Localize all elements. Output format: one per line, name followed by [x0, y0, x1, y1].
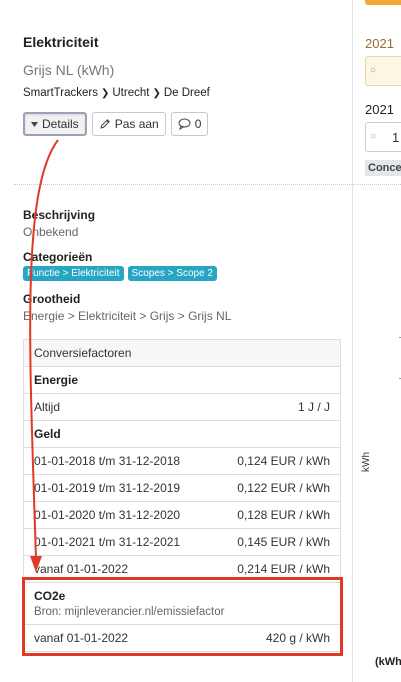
period-cell: 01-01-2021 t/m 31-12-2021 [23, 528, 213, 556]
detail-panel: Elektriciteit Grijs NL (kWh) SmartTracke… [0, 0, 352, 682]
category-tags: Functie > Elektriciteit Scopes > Scope 2 [23, 266, 217, 281]
year-label: 2021 [365, 36, 394, 51]
comment-icon: ○ [370, 65, 377, 76]
table-row: 01-01-2018 t/m 31-12-2018 0,124 EUR / kW… [23, 447, 341, 475]
caret-down-icon [31, 121, 38, 127]
page-title: Elektriciteit [23, 34, 99, 50]
table-row: Altijd 1 J / J [23, 393, 341, 421]
divider [353, 184, 401, 185]
group-row: Geld [23, 420, 341, 448]
table-header-row: Conversiefactoren [23, 339, 341, 367]
comment-icon: ○ [370, 131, 377, 142]
comments-button[interactable]: 0 [170, 112, 209, 136]
chevron-right-icon: ❯ [152, 88, 161, 99]
pencil-icon [99, 118, 111, 130]
comments-count: 0 [194, 117, 202, 131]
quantity-label: Grootheid [23, 292, 81, 306]
edit-button-label: Pas aan [114, 117, 159, 131]
description-value: Onbekend [23, 225, 79, 239]
value-cell: 0,124 EUR / kWh [212, 447, 341, 475]
y-axis-label: kWh [361, 452, 372, 472]
table-row: 01-01-2021 t/m 31-12-2021 0,145 EUR / kW… [23, 528, 341, 556]
top-accent-bar [365, 0, 401, 5]
categories-label: Categorieën [23, 250, 93, 264]
category-tag[interactable]: Scopes > Scope 2 [127, 266, 217, 281]
table-header: Conversiefactoren [23, 339, 341, 367]
value-cell: 0,128 EUR / kWh [212, 501, 341, 529]
group-label-energy: Energie [23, 366, 341, 394]
period-cell: 01-01-2018 t/m 31-12-2018 [23, 447, 213, 475]
description-label: Beschrijving [23, 208, 96, 222]
status-badge: Conce [365, 160, 401, 176]
value-cell: 1 J / J [212, 393, 341, 421]
group-label-money: Geld [23, 420, 341, 448]
edit-button[interactable]: Pas aan [91, 112, 166, 136]
comment-icon [178, 118, 191, 130]
value-cell: 0,122 EUR / kWh [212, 474, 341, 502]
action-buttons: Details Pas aan 0 [23, 112, 209, 136]
page-subtitle: Grijs NL (kWh) [23, 62, 115, 78]
category-tag[interactable]: Functie > Elektriciteit [23, 266, 124, 281]
chevron-right-icon: ❯ [100, 88, 110, 99]
year-label: 2021 [365, 102, 394, 117]
highlight-box [22, 577, 343, 656]
value-input-text: 1 [392, 130, 400, 145]
chart-panel: 2021 ○ 2021 ○ 1 Conce kWh (kWh [353, 0, 401, 682]
period-cell: Altijd [23, 393, 213, 421]
x-axis-unit: (kWh [375, 656, 401, 668]
period-cell: 01-01-2019 t/m 31-12-2019 [23, 474, 213, 502]
breadcrumb-item[interactable]: De Dreef [164, 87, 210, 99]
breadcrumb-item[interactable]: Utrecht [112, 87, 149, 99]
value-cell: 0,145 EUR / kWh [212, 528, 341, 556]
divider [14, 184, 352, 185]
note-input[interactable]: ○ [365, 56, 401, 86]
details-button[interactable]: Details [23, 112, 87, 136]
value-input[interactable]: ○ 1 [365, 122, 401, 152]
period-cell: 01-01-2020 t/m 31-12-2020 [23, 501, 213, 529]
group-row: Energie [23, 366, 341, 394]
table-row: 01-01-2020 t/m 31-12-2020 0,128 EUR / kW… [23, 501, 341, 529]
details-button-label: Details [42, 117, 79, 131]
quantity-value: Energie > Elektriciteit > Grijs > Grijs … [23, 309, 232, 323]
table-row: 01-01-2019 t/m 31-12-2019 0,122 EUR / kW… [23, 474, 341, 502]
breadcrumb-item[interactable]: SmartTrackers [23, 87, 98, 99]
breadcrumb: SmartTrackers ❯ Utrecht ❯ De Dreef [23, 87, 210, 99]
